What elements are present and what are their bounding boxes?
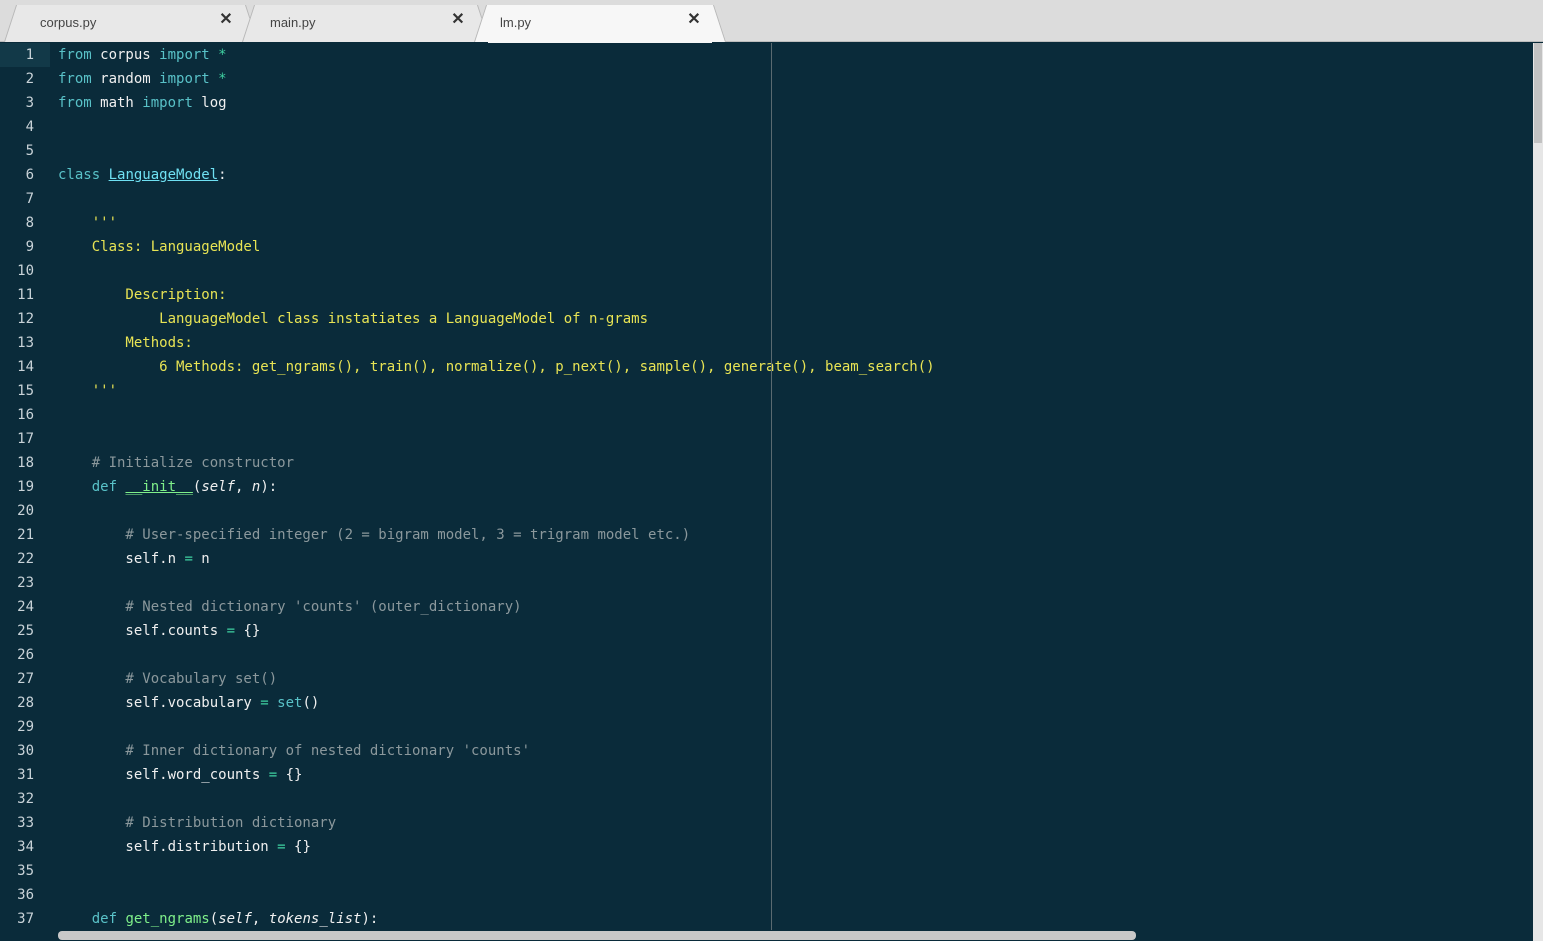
code-line: ''' (58, 215, 118, 231)
close-icon[interactable]: ✕ (686, 12, 702, 28)
code-line: self.counts = {} (58, 623, 261, 639)
code-line: self.vocabulary = set() (58, 695, 320, 711)
line-number: 1 (25, 47, 34, 63)
line-number: 12 (17, 311, 34, 327)
tab-main-py[interactable]: main.py ✕ (256, 5, 476, 42)
line-number: 2 (25, 71, 34, 87)
code-line: 6 Methods: get_ngrams(), train(), normal… (58, 359, 935, 375)
code-line: class LanguageModel: (58, 167, 227, 183)
tab-label: corpus.py (40, 15, 97, 30)
line-number: 15 (17, 383, 34, 399)
code-line: # Distribution dictionary (58, 815, 337, 831)
line-number: 9 (25, 239, 34, 255)
line-number: 32 (17, 791, 34, 807)
code-line: ''' (58, 383, 118, 399)
code-line: # Vocabulary set() (58, 671, 278, 687)
line-number: 31 (17, 767, 34, 783)
code-line: LanguageModel class instatiates a Langua… (58, 311, 649, 327)
code-line: self.distribution = {} (58, 839, 311, 855)
line-number: 16 (17, 407, 34, 423)
line-number: 29 (17, 719, 34, 735)
line-number: 14 (17, 359, 34, 375)
line-number: 10 (17, 263, 34, 279)
line-number: 34 (17, 839, 34, 855)
tab-lm-py[interactable]: lm.py ✕ (488, 5, 712, 43)
line-number: 21 (17, 527, 34, 543)
line-number: 19 (17, 479, 34, 495)
code-line: from math import log (58, 95, 227, 111)
line-number: 24 (17, 599, 34, 615)
code-line: self.n = n (58, 551, 210, 567)
line-number: 25 (17, 623, 34, 639)
code-line: self.word_counts = {} (58, 767, 303, 783)
line-number: 4 (25, 119, 34, 135)
line-number: 7 (25, 191, 34, 207)
tab-label: lm.py (500, 15, 532, 30)
line-number: 5 (25, 143, 34, 159)
line-number-gutter: 1 2 3 4 5 6 7 8 9 10 11 12 13 14 15 16 1… (0, 43, 50, 930)
code-line: # Nested dictionary 'counts' (outer_dict… (58, 599, 522, 615)
code-line: Class: LanguageModel (58, 239, 261, 255)
code-editor[interactable]: 1 2 3 4 5 6 7 8 9 10 11 12 13 14 15 16 1… (0, 43, 1533, 930)
code-line: def __init__(self, n): (91, 479, 278, 495)
line-number: 8 (25, 215, 34, 231)
line-number: 13 (17, 335, 34, 351)
code-line: Methods: (58, 335, 193, 351)
line-number: 22 (17, 551, 34, 567)
tab-corpus-py[interactable]: corpus.py ✕ (18, 5, 244, 42)
column-ruler (771, 43, 772, 941)
line-number: 33 (17, 815, 34, 831)
line-number: 17 (17, 431, 34, 447)
code-line: # User-specified integer (2 = bigram mod… (58, 527, 691, 543)
horizontal-scrollbar[interactable] (0, 930, 1533, 941)
line-number: 37 (17, 911, 34, 927)
vertical-scrollbar[interactable] (1533, 43, 1543, 941)
code-line: # Inner dictionary of nested dictionary … (58, 743, 531, 759)
tab-label: main.py (270, 15, 316, 30)
line-number: 35 (17, 863, 34, 879)
tab-bar: corpus.py ✕ main.py ✕ lm.py ✕ (0, 0, 1543, 43)
line-number: 26 (17, 647, 34, 663)
close-icon[interactable]: ✕ (218, 12, 234, 28)
line-number: 18 (17, 455, 34, 471)
code-line: from corpus import * (58, 47, 227, 63)
line-number: 11 (17, 287, 34, 303)
line-number: 23 (17, 575, 34, 591)
line-number: 30 (17, 743, 34, 759)
line-number: 6 (25, 167, 34, 183)
close-icon[interactable]: ✕ (450, 12, 466, 28)
horizontal-scrollbar-thumb[interactable] (58, 931, 1136, 940)
line-number: 3 (25, 95, 34, 111)
line-number: 20 (17, 503, 34, 519)
code-line: def get_ngrams(self, tokens_list): (91, 911, 379, 927)
line-number: 28 (17, 695, 34, 711)
code-line: from random import * (58, 71, 227, 87)
line-number: 27 (17, 671, 34, 687)
code-line: Description: (58, 287, 227, 303)
code-line: # Initialize constructor (58, 455, 295, 471)
vertical-scrollbar-thumb[interactable] (1534, 43, 1542, 143)
line-number: 36 (17, 887, 34, 903)
